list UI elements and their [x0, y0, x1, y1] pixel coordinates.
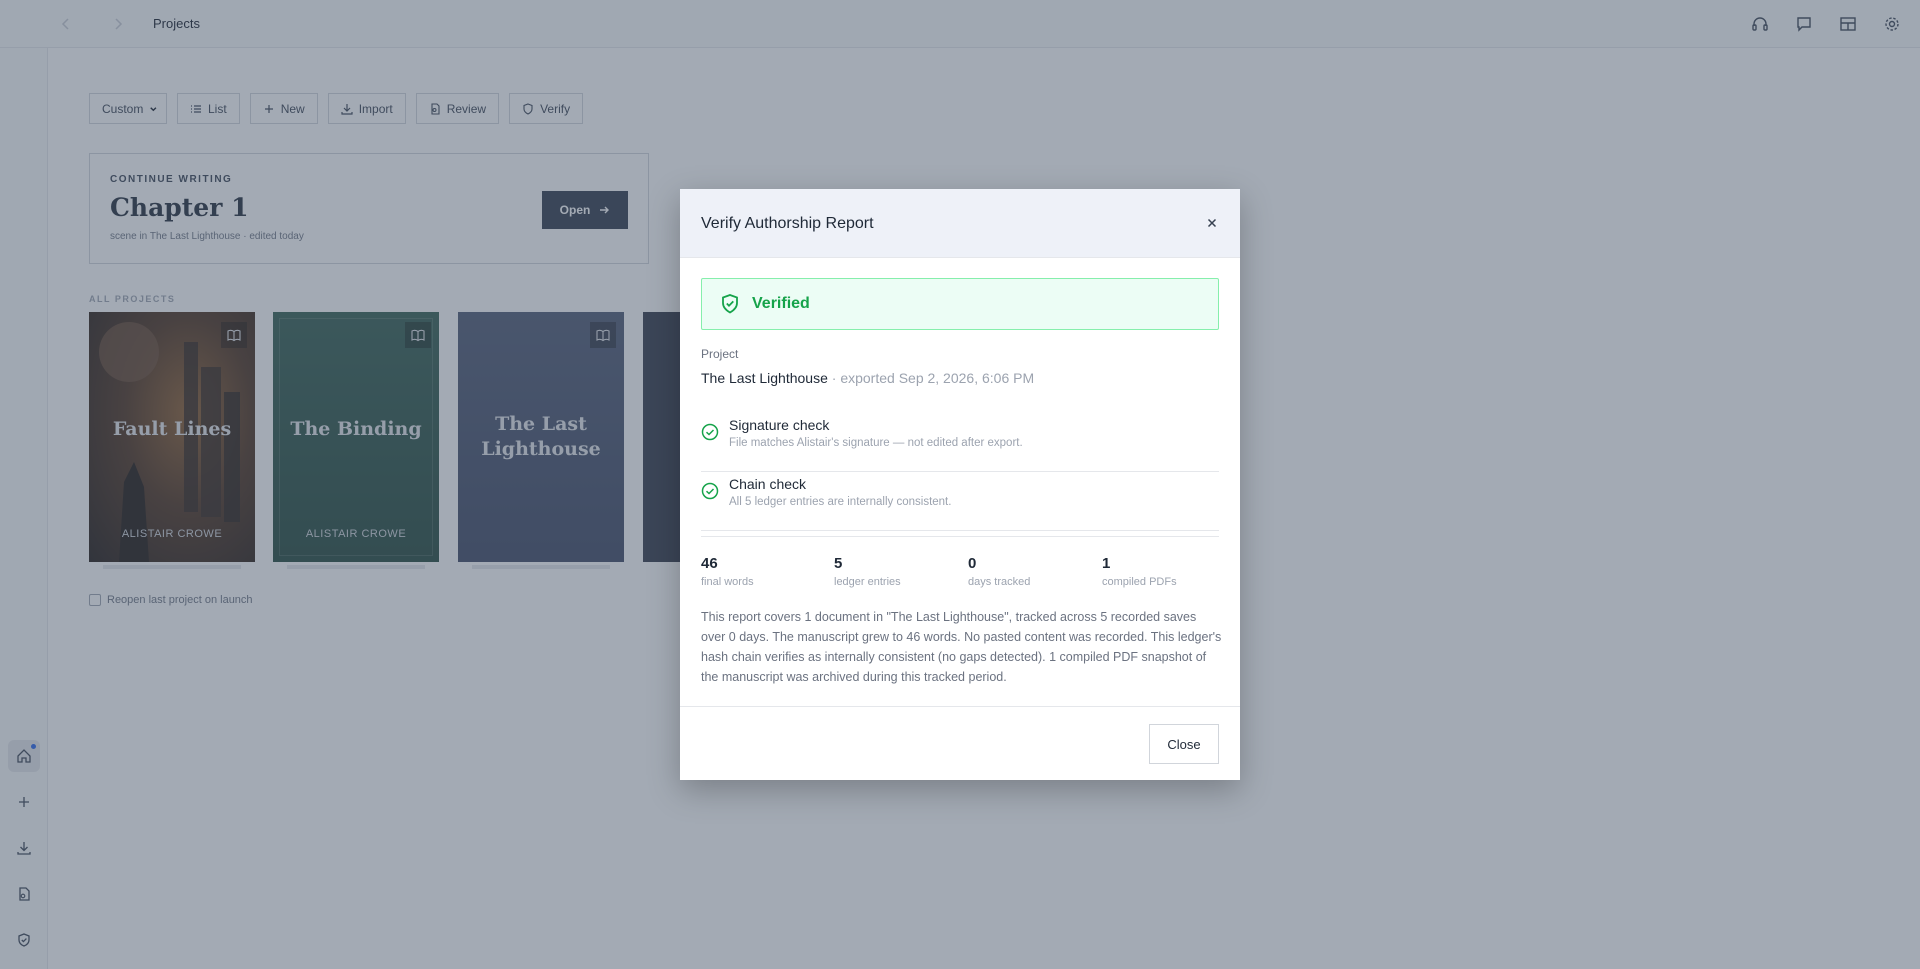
signature-check-row: Signature check File matches Alistair's …	[701, 413, 1219, 472]
stat-value: 46	[701, 555, 718, 572]
stat-compiled-pdfs: 1 compiled PDFs	[1102, 555, 1177, 588]
stat-label: compiled PDFs	[1102, 576, 1177, 588]
dialog-footer: Close	[680, 706, 1240, 780]
project-line: The Last Lighthouse · exported Sep 2, 20…	[701, 370, 1034, 386]
stat-label: final words	[701, 576, 754, 588]
stat-value: 1	[1102, 555, 1111, 572]
shield-check-icon	[722, 294, 738, 314]
stat-label: ledger entries	[834, 576, 901, 588]
close-icon[interactable]	[1202, 213, 1222, 233]
stat-label: days tracked	[968, 576, 1031, 588]
check-circle-icon	[701, 482, 719, 500]
verified-banner: Verified	[701, 278, 1219, 330]
check-description: All 5 ledger entries are internally cons…	[729, 496, 952, 508]
check-title: Chain check	[729, 476, 807, 492]
project-export-meta: · exported Sep 2, 2026, 6:06 PM	[827, 370, 1035, 386]
stat-days-tracked: 0 days tracked	[968, 555, 1030, 588]
stats-divider	[701, 536, 1219, 537]
dialog-header: Verify Authorship Report	[680, 189, 1240, 258]
stat-ledger-entries: 5 ledger entries	[834, 555, 901, 588]
close-button[interactable]: Close	[1149, 724, 1219, 764]
stat-final-words: 46 final words	[701, 555, 754, 588]
report-summary: This report covers 1 document in "The La…	[701, 610, 1222, 684]
verify-authorship-dialog: Verify Authorship Report Verified Projec…	[680, 189, 1240, 780]
project-label: Project	[701, 347, 739, 361]
check-title: Signature check	[729, 417, 830, 433]
check-circle-icon	[701, 423, 719, 441]
stat-value: 0	[968, 555, 977, 572]
stat-value: 5	[834, 555, 843, 572]
dialog-title: Verify Authorship Report	[701, 215, 874, 232]
project-name: The Last Lighthouse	[701, 370, 828, 386]
check-description: File matches Alistair's signature — not …	[729, 437, 1023, 449]
chain-check-row: Chain check All 5 ledger entries are int…	[701, 472, 1219, 531]
verified-status: Verified	[752, 295, 810, 312]
